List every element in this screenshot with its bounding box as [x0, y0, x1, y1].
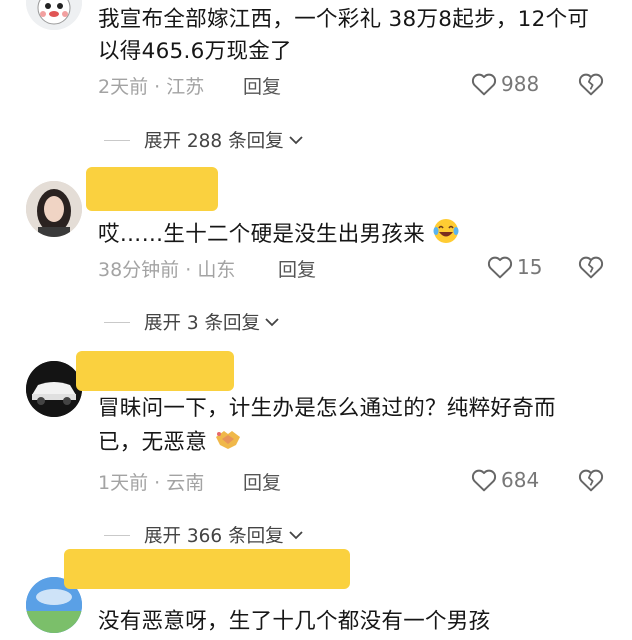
like-button[interactable]: 15	[487, 255, 542, 279]
avatar[interactable]	[26, 0, 82, 30]
comment-text: 我宣布全部嫁江西，一个彩礼 38万8起步，12个可以得465.6万现金了	[98, 7, 590, 64]
comment-meta: 2天前 · 江苏	[98, 72, 204, 99]
divider-line	[104, 534, 130, 536]
expand-replies-button[interactable]: 展开 3 条回复	[104, 309, 280, 335]
like-count: 15	[517, 255, 543, 279]
redacted-username	[64, 549, 350, 589]
comment-text: 冒昧问一下，计生办是怎么通过的？纯粹好奇而已，无恶意	[98, 396, 556, 455]
redacted-username	[76, 351, 234, 391]
avatar[interactable]	[26, 181, 82, 237]
like-button[interactable]: 988	[471, 72, 539, 96]
comment-time: 1天前	[98, 472, 149, 494]
laugh-cry-emoji-icon	[433, 219, 459, 243]
comment-text: 没有恶意呀，生了十几个都没有一个男孩	[98, 609, 491, 634]
comment-location: 山东	[197, 259, 236, 281]
expand-replies-button[interactable]: 展开 366 条回复	[104, 522, 304, 548]
comment-time: 38分钟前	[98, 259, 180, 281]
comment-location: 江苏	[166, 76, 205, 98]
avatar[interactable]	[26, 361, 82, 417]
reply-button[interactable]: 回复	[243, 468, 281, 495]
heart-icon	[471, 469, 497, 492]
avatar-image	[26, 361, 82, 417]
chevron-down-icon	[288, 136, 303, 145]
comment-meta: 1天前 · 云南	[98, 468, 204, 495]
meta-separator: ·	[154, 472, 161, 494]
expand-replies-label: 展开 366 条回复	[144, 526, 284, 547]
heart-icon	[487, 256, 513, 279]
dislike-button[interactable]	[578, 468, 604, 496]
like-count: 988	[501, 72, 540, 96]
redacted-username	[86, 167, 218, 211]
avatar-image	[26, 0, 82, 30]
like-button[interactable]: 684	[471, 468, 539, 492]
comment-meta: 38分钟前 · 山东	[98, 255, 235, 282]
divider-line	[104, 321, 130, 323]
reply-button[interactable]: 回复	[278, 255, 316, 282]
meta-separator: ·	[185, 259, 192, 281]
heart-icon	[471, 73, 497, 96]
comment-location: 云南	[166, 472, 205, 494]
expand-replies-label: 展开 3 条回复	[144, 313, 261, 334]
divider-line	[104, 139, 130, 141]
dislike-button[interactable]	[578, 255, 604, 283]
broken-heart-icon	[578, 73, 604, 96]
comment-time: 2天前	[98, 76, 149, 98]
chevron-down-icon	[265, 318, 279, 327]
dislike-button[interactable]	[578, 72, 604, 100]
broken-heart-icon	[578, 469, 604, 492]
meta-separator: ·	[154, 76, 161, 98]
chevron-down-icon	[288, 531, 303, 540]
reply-button[interactable]: 回复	[243, 72, 281, 99]
expand-replies-button[interactable]: 展开 288 条回复	[104, 127, 304, 153]
broken-heart-icon	[578, 256, 604, 279]
like-count: 684	[501, 468, 540, 492]
comment-text: 哎……生十二个硬是没生出男孩来	[98, 217, 608, 251]
avatar-image	[26, 181, 82, 237]
handshake-emoji-icon	[216, 431, 241, 449]
expand-replies-label: 展开 288 条回复	[144, 131, 284, 152]
